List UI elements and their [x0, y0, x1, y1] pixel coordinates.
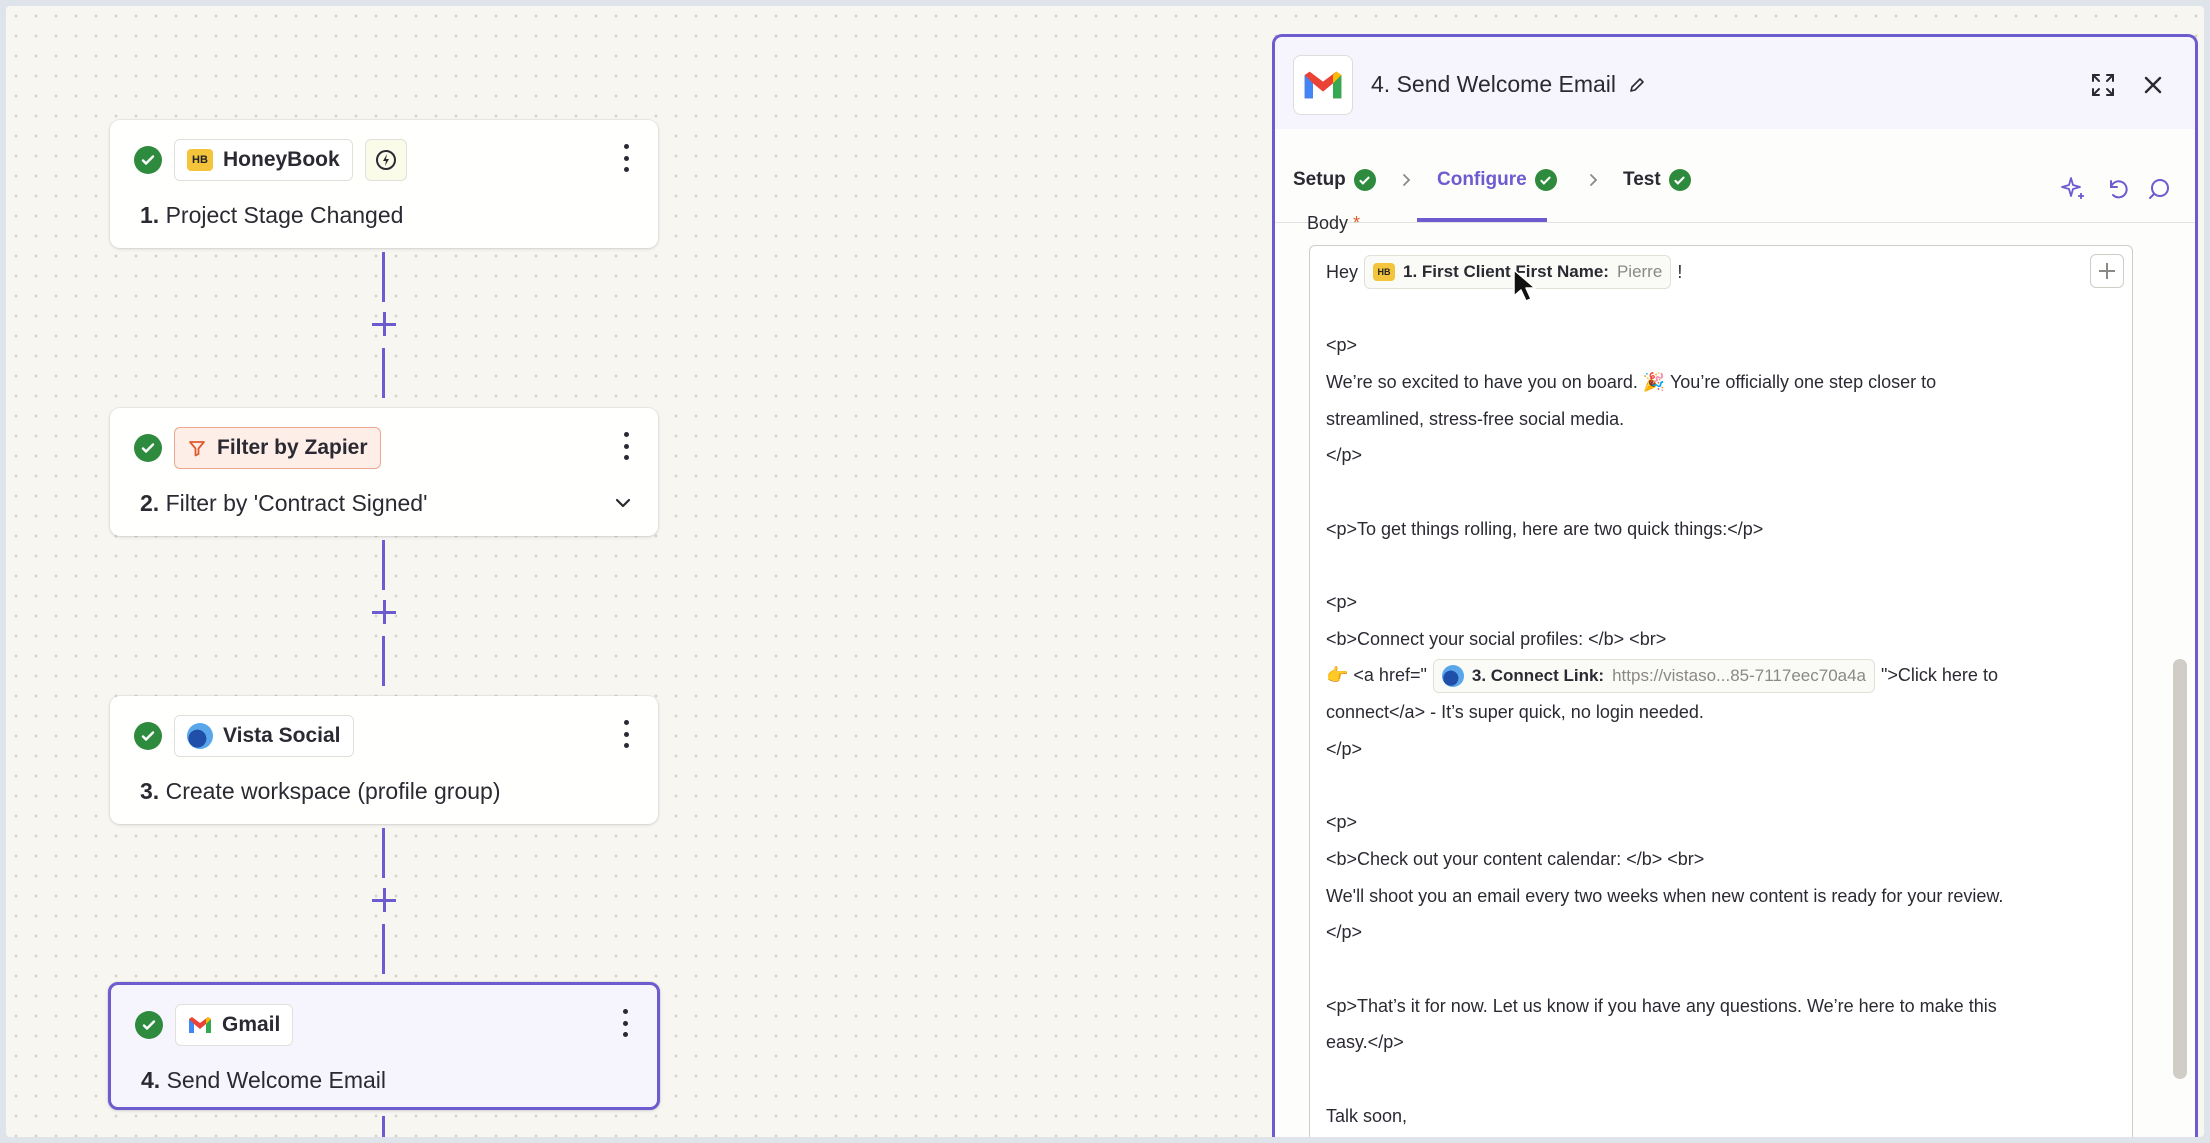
panel-title[interactable]: 4. Send Welcome Email — [1371, 71, 1646, 98]
editor-line: 👉 <a href=" 3. Connect Link: https://vis… — [1326, 658, 2116, 695]
success-check-icon — [1668, 169, 1691, 191]
app-chip-vista-social: Vista Social — [174, 715, 354, 757]
ai-sparkle-icon[interactable] — [2059, 175, 2087, 203]
body-field-label: Body * — [1307, 213, 1361, 233]
node-title: 2. Filter by 'Contract Signed' — [140, 490, 428, 516]
node-title: 1. Project Stage Changed — [140, 202, 404, 228]
success-check-icon — [1353, 169, 1376, 191]
node-menu-icon[interactable] — [620, 716, 632, 752]
editor-line: </p> — [1326, 922, 1363, 943]
add-step-plus-icon[interactable] — [372, 600, 396, 624]
editor-line: Talk soon, — [1326, 1105, 1408, 1126]
step-node-gmail[interactable]: Gmail 4. Send Welcome Email — [108, 982, 660, 1110]
comment-icon[interactable] — [2145, 175, 2173, 203]
add-step-plus-icon[interactable] — [372, 312, 396, 336]
editor-line: <p> — [1326, 592, 1358, 613]
editor-line: Hey HB 1. First Client First Name: Pierr… — [1326, 254, 2116, 291]
honeybook-logo-icon: HB — [1373, 263, 1396, 282]
chevron-right-icon — [1590, 174, 1598, 186]
editor-line: <p> — [1326, 335, 1358, 356]
expand-icon[interactable] — [2089, 71, 2117, 99]
field-pill-connect-link[interactable]: 3. Connect Link: https://vistaso...85-71… — [1432, 658, 1876, 693]
editor-line: streamlined, stress-free social media. — [1326, 408, 1625, 429]
filter-funnel-icon — [189, 441, 205, 457]
tab-configure[interactable]: Configure — [1437, 169, 1557, 191]
app-name: HoneyBook — [223, 148, 340, 171]
step-editor-panel: 4. Send Welcome Email Setup Configure Te… — [1272, 34, 2198, 1137]
connector-line — [382, 540, 385, 590]
step-node-honeybook[interactable]: HB HoneyBook 1. Project Stage Changed — [110, 120, 658, 248]
node-title: 4. Send Welcome Email — [141, 1067, 387, 1093]
success-check-icon — [134, 434, 162, 462]
step-node-filter[interactable]: Filter by Zapier 2. Filter by 'Contract … — [110, 408, 658, 536]
editor-line: <b>Connect your social profiles: </b> <b… — [1326, 628, 1667, 649]
connector-line — [382, 828, 385, 878]
success-check-icon — [1534, 169, 1557, 191]
node-menu-icon[interactable] — [620, 428, 632, 464]
tab-setup[interactable]: Setup — [1293, 169, 1376, 191]
body-editor[interactable]: Hey HB 1. First Client First Name: Pierr… — [1309, 245, 2133, 1137]
panel-scrollbar[interactable] — [2173, 659, 2187, 1079]
add-step-plus-icon[interactable] — [372, 888, 396, 912]
connector-line — [382, 924, 385, 974]
editor-line: connect</a> - It’s super quick, no login… — [1326, 702, 1704, 723]
app-chip-gmail: Gmail — [175, 1004, 294, 1046]
honeybook-logo-icon: HB — [187, 149, 213, 171]
editor-line: <p> — [1326, 812, 1358, 833]
editor-line: <p>To get things rolling, here are two q… — [1326, 518, 1764, 539]
success-check-icon — [135, 1011, 163, 1039]
editor-line: <b>Check out your content calendar: </b>… — [1326, 848, 1705, 869]
node-title: 3. Create workspace (profile group) — [140, 778, 501, 804]
connector-line — [382, 1116, 385, 1137]
node-menu-icon[interactable] — [619, 1005, 631, 1041]
chevron-right-icon — [1403, 174, 1411, 186]
editor-line: </p> — [1326, 445, 1363, 466]
vista-social-logo-icon — [1441, 664, 1464, 687]
active-tab-indicator — [1417, 218, 1547, 222]
undo-icon[interactable] — [2103, 175, 2131, 203]
workflow-canvas[interactable]: HB HoneyBook 1. Project Stage Changed Fi… — [6, 6, 2204, 1137]
connector-line — [382, 348, 385, 398]
editor-line: </p> — [1326, 738, 1363, 759]
close-icon[interactable] — [2139, 71, 2167, 99]
editor-line: We’re so excited to have you on board. 🎉… — [1326, 371, 1937, 392]
app-name: Vista Social — [223, 724, 341, 747]
gmail-logo-icon — [189, 1017, 211, 1033]
edit-pencil-icon[interactable] — [1628, 76, 1646, 94]
vista-social-logo-icon — [187, 723, 213, 749]
editor-line: easy.</p> — [1326, 1032, 1404, 1053]
trigger-bolt-icon — [364, 139, 407, 181]
success-check-icon — [134, 146, 162, 174]
step-tabs: Setup Configure Test — [1275, 129, 2195, 223]
app-chip-honeybook: HB HoneyBook — [174, 139, 353, 181]
editor-line: <p>That’s it for now. Let us know if you… — [1326, 995, 1997, 1016]
tab-test[interactable]: Test — [1623, 169, 1691, 191]
app-name: Filter by Zapier — [217, 436, 368, 459]
mouse-pointer-icon — [1513, 269, 1536, 302]
insert-data-plus-icon[interactable] — [2090, 254, 2124, 288]
gmail-logo-icon — [1293, 55, 1353, 115]
connector-line — [382, 252, 385, 302]
app-chip-filter: Filter by Zapier — [174, 427, 381, 469]
step-node-vista-social[interactable]: Vista Social 3. Create workspace (profil… — [110, 696, 658, 824]
app-name: Gmail — [222, 1013, 281, 1036]
node-menu-icon[interactable] — [620, 140, 632, 176]
panel-header: 4. Send Welcome Email — [1275, 37, 2195, 129]
success-check-icon — [134, 722, 162, 750]
editor-line: We'll shoot you an email every two weeks… — [1326, 885, 2004, 906]
chevron-down-icon[interactable] — [612, 492, 634, 514]
connector-line — [382, 636, 385, 686]
